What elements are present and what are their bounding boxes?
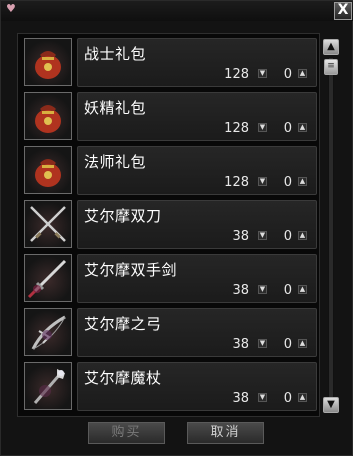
pouch-icon — [24, 146, 72, 194]
list-item[interactable]: 艾尔摩双刀 38 ▼ 0 ▲ — [22, 198, 319, 249]
decrease-arrow-icon[interactable]: ▼ — [258, 231, 267, 240]
item-name: 艾尔摩双刀 — [84, 207, 162, 225]
two-hand-sword-icon — [24, 254, 72, 302]
item-total: 38 — [232, 229, 249, 244]
item-selected-qty: 0 — [283, 337, 292, 352]
item-name: 战士礼包 — [84, 45, 147, 63]
decrease-arrow-icon[interactable]: ▼ — [258, 339, 267, 348]
item-info: 艾尔摩双刀 38 ▼ 0 ▲ — [77, 200, 317, 249]
item-name: 妖精礼包 — [84, 99, 147, 117]
decrease-arrow-icon[interactable]: ▼ — [258, 123, 267, 132]
item-selected-qty: 0 — [283, 121, 292, 136]
increase-arrow-icon[interactable]: ▲ — [298, 285, 307, 294]
item-total: 38 — [232, 391, 249, 406]
pouch-icon — [24, 38, 72, 86]
scroll-track[interactable] — [328, 57, 334, 399]
decrease-arrow-icon[interactable]: ▼ — [258, 285, 267, 294]
item-selected-qty: 0 — [283, 67, 292, 82]
increase-arrow-icon[interactable]: ▲ — [298, 339, 307, 348]
item-info: 艾尔摩双手剑 38 ▼ 0 ▲ — [77, 254, 317, 303]
item-info: 妖精礼包 128 ▼ 0 ▲ — [77, 92, 317, 141]
scrollbar[interactable]: ▲ ≡ ▼ — [323, 39, 339, 414]
item-info: 战士礼包 128 ▼ 0 ▲ — [77, 38, 317, 87]
pouch-icon — [24, 92, 72, 140]
decrease-arrow-icon[interactable]: ▼ — [258, 69, 267, 78]
buy-button[interactable]: 购买 — [88, 422, 165, 444]
item-selected-qty: 0 — [283, 391, 292, 406]
list-item[interactable]: 妖精礼包 128 ▼ 0 ▲ — [22, 90, 319, 141]
scroll-down-icon[interactable]: ▼ — [323, 397, 339, 413]
close-button[interactable]: X — [334, 2, 352, 20]
list-item[interactable]: 法师礼包 128 ▼ 0 ▲ — [22, 144, 319, 195]
item-selected-qty: 0 — [283, 229, 292, 244]
dual-blade-icon — [24, 200, 72, 248]
increase-arrow-icon[interactable]: ▲ — [298, 69, 307, 78]
item-name: 法师礼包 — [84, 153, 147, 171]
cancel-button[interactable]: 取消 — [187, 422, 264, 444]
heart-icon: ♥ — [6, 2, 16, 15]
item-info: 艾尔摩之弓 38 ▼ 0 ▲ — [77, 308, 317, 357]
item-name: 艾尔摩魔杖 — [84, 369, 162, 387]
item-selected-qty: 0 — [283, 175, 292, 190]
decrease-arrow-icon[interactable]: ▼ — [258, 393, 267, 402]
increase-arrow-icon[interactable]: ▲ — [298, 177, 307, 186]
item-total: 128 — [224, 175, 249, 190]
decrease-arrow-icon[interactable]: ▼ — [258, 177, 267, 186]
increase-arrow-icon[interactable]: ▲ — [298, 123, 307, 132]
item-name: 艾尔摩之弓 — [84, 315, 162, 333]
scroll-thumb[interactable]: ≡ — [324, 59, 338, 75]
shop-window: ♥ X 战士礼包 128 ▼ 0 ▲ 妖精礼包 128 ▼ 0 ▲ 法师礼包 1… — [0, 0, 353, 456]
list-item[interactable]: 战士礼包 128 ▼ 0 ▲ — [22, 36, 319, 87]
staff-icon — [24, 362, 72, 410]
item-info: 艾尔摩魔杖 38 ▼ 0 ▲ — [77, 362, 317, 411]
increase-arrow-icon[interactable]: ▲ — [298, 231, 307, 240]
item-total: 128 — [224, 121, 249, 136]
item-selected-qty: 0 — [283, 283, 292, 298]
list-item[interactable]: 艾尔摩之弓 38 ▼ 0 ▲ — [22, 306, 319, 357]
item-total: 38 — [232, 337, 249, 352]
title-bar: ♥ X — [1, 1, 353, 21]
list-item[interactable]: 艾尔摩魔杖 38 ▼ 0 ▲ — [22, 360, 319, 411]
bow-icon — [24, 308, 72, 356]
item-info: 法师礼包 128 ▼ 0 ▲ — [77, 146, 317, 195]
item-total: 38 — [232, 283, 249, 298]
item-list: 战士礼包 128 ▼ 0 ▲ 妖精礼包 128 ▼ 0 ▲ 法师礼包 128 ▼… — [17, 33, 320, 417]
scroll-up-icon[interactable]: ▲ — [323, 39, 339, 55]
list-item[interactable]: 艾尔摩双手剑 38 ▼ 0 ▲ — [22, 252, 319, 303]
increase-arrow-icon[interactable]: ▲ — [298, 393, 307, 402]
item-name: 艾尔摩双手剑 — [84, 261, 178, 279]
item-total: 128 — [224, 67, 249, 82]
